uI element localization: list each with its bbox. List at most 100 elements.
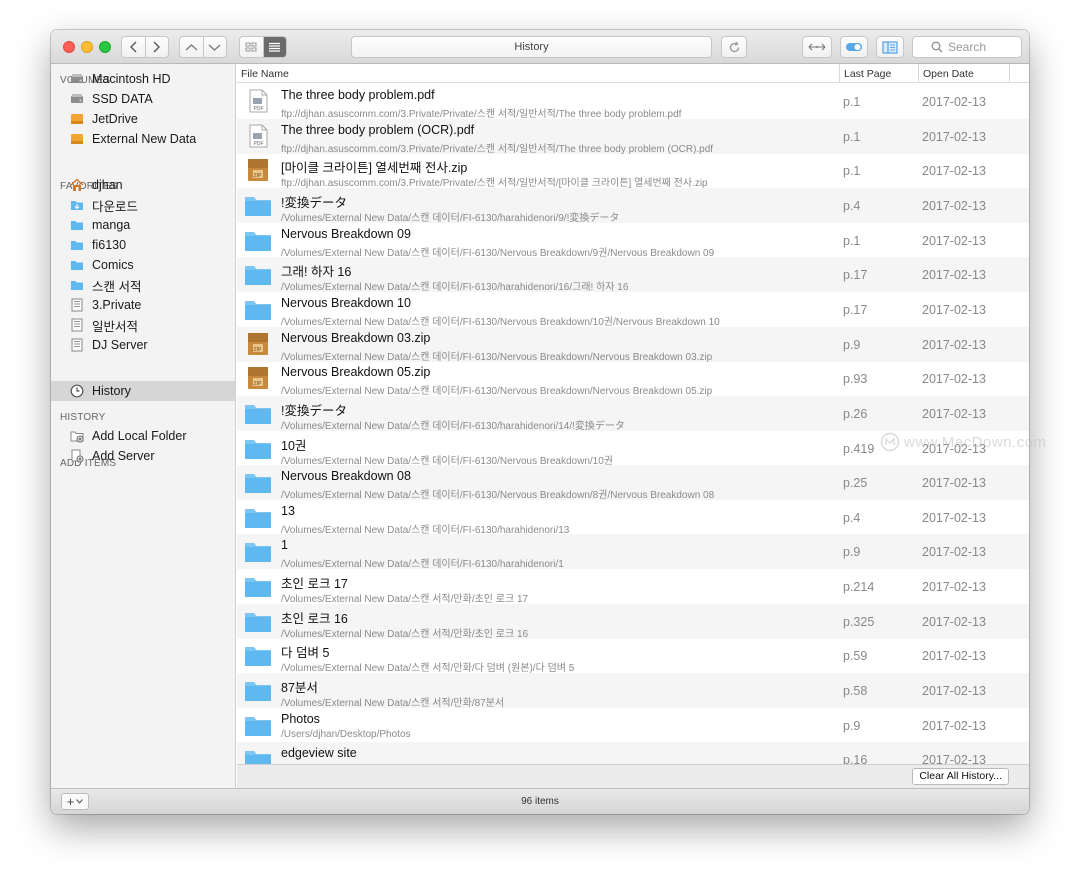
table-row[interactable]: PDF The three body problem (OCR).pdf ftp:/… — [237, 118, 1029, 155]
sidebar-toggle-button[interactable] — [876, 36, 904, 58]
table-row[interactable]: 1/Volumes/External New Data/스캔 데이터/FI-61… — [237, 534, 1029, 570]
column-header-open-date[interactable]: Open Date — [923, 68, 974, 80]
table-row[interactable]: !変換データ/Volumes/External New Data/스캔 데이터/… — [237, 395, 1029, 432]
open-date: 2017-02-13 — [922, 614, 986, 629]
list-icon — [269, 42, 281, 52]
sidebar-item-label: SSD DATA — [92, 92, 153, 106]
sidebar-item-dj-server[interactable]: DJ Server — [51, 335, 235, 355]
minimize-window-button[interactable] — [81, 41, 93, 53]
folder-icon — [244, 574, 272, 598]
folder-icon — [244, 643, 272, 667]
table-row[interactable]: !変換データ/Volumes/External New Data/스캔 데이터/… — [237, 187, 1029, 224]
column-header-file-name[interactable]: File Name — [241, 68, 289, 80]
table-row[interactable]: Nervous Breakdown 09/Volumes/External Ne… — [237, 223, 1029, 259]
zip-file-icon: ZIP — [244, 366, 272, 390]
back-button[interactable] — [122, 37, 145, 57]
sidebar-item-fi6130[interactable]: fi6130 — [51, 235, 235, 255]
table-row[interactable]: Photos/Users/djhan/Desktop/Photos p.9 2017… — [237, 708, 1029, 743]
table-row[interactable]: PDF The three body problem.pdf ftp://djhan… — [237, 84, 1029, 120]
table-row[interactable]: ZIP Nervous Breakdown 03.zip/Volumes/Exte… — [237, 326, 1029, 363]
watermark-logo-icon — [880, 432, 900, 452]
column-header-last-page[interactable]: Last Page — [844, 68, 891, 80]
table-row[interactable]: 그래! 하자 16/Volumes/External New Data/스캔 데… — [237, 257, 1029, 293]
column-divider[interactable] — [839, 64, 840, 83]
clear-all-history-button[interactable]: Clear All History... — [912, 768, 1009, 785]
downloads-folder-icon — [70, 198, 84, 212]
sidebar-item-add-server[interactable]: Add Server — [51, 446, 235, 466]
sidebar-item-일반서적[interactable]: 일반서적 — [51, 315, 235, 335]
file-name: Nervous Breakdown 03.zip — [281, 330, 431, 345]
add-folder-icon — [70, 429, 84, 443]
sidebar-icon — [882, 41, 898, 53]
table-row[interactable]: ZIP [마이클 크라이튼] 열세번째 전사.zip ftp://djhan.asu… — [237, 153, 1029, 189]
sidebar-item-ssd-data[interactable]: SSD DATA — [51, 89, 235, 109]
folder-icon — [70, 218, 84, 232]
last-page: p.1 — [843, 233, 861, 248]
sidebar-item-jetdrive[interactable]: JetDrive — [51, 109, 235, 129]
table-row[interactable]: Nervous Breakdown 08/Volumes/External Ne… — [237, 465, 1029, 501]
sidebar-item-manga[interactable]: manga — [51, 215, 235, 235]
reload-button[interactable] — [721, 36, 747, 58]
open-date: 2017-02-13 — [922, 268, 986, 283]
toolbar: History Search — [51, 30, 1029, 64]
sidebar-item-djhan[interactable]: djhan — [51, 175, 235, 195]
address-bar[interactable]: History — [351, 36, 712, 58]
file-name: The three body problem.pdf — [281, 88, 435, 102]
last-page: p.4 — [843, 198, 861, 213]
sidebar-item-스캔-서적[interactable]: 스캔 서적 — [51, 275, 235, 295]
sidebar-item-history[interactable]: History — [51, 381, 235, 401]
next-item-button[interactable] — [202, 37, 227, 57]
svg-text:ZIP: ZIP — [254, 381, 262, 387]
last-page: p.214 — [843, 580, 875, 595]
table-row[interactable]: edgeview site p.16 2017-02-13 — [237, 742, 1029, 764]
sidebar-item-label: 3.Private — [92, 298, 142, 312]
home-icon — [70, 178, 84, 192]
table-row[interactable]: 87분서/Volumes/External New Data/스캔 서적/만화/… — [237, 673, 1029, 709]
sidebar-item-comics[interactable]: Comics — [51, 255, 235, 275]
sidebar-item-3-private[interactable]: 3.Private — [51, 295, 235, 315]
last-page: p.9 — [843, 337, 861, 352]
history-footer: Clear All History... — [237, 764, 1029, 788]
zoom-window-button[interactable] — [99, 41, 111, 53]
search-icon — [931, 41, 943, 53]
column-divider[interactable] — [918, 64, 919, 83]
table-row[interactable]: ZIP Nervous Breakdown 05.zip/Volumes/Exte… — [237, 361, 1029, 397]
search-field[interactable]: Search — [912, 36, 1022, 58]
open-date: 2017-02-13 — [922, 129, 986, 144]
external-drive-icon — [70, 112, 84, 126]
table-row[interactable]: 13/Volumes/External New Data/스캔 데이터/FI-6… — [237, 500, 1029, 536]
list-view-button[interactable] — [262, 37, 286, 57]
open-date: 2017-02-13 — [922, 406, 986, 421]
sidebar-item-label: 스캔 서적 — [92, 279, 142, 294]
last-page: p.1 — [843, 129, 861, 144]
sidebar-item-macintosh-hd[interactable]: Macintosh HD — [51, 69, 235, 89]
forward-button[interactable] — [144, 37, 169, 57]
hard-drive-icon — [70, 92, 84, 106]
table-row[interactable]: 초인 로크 17/Volumes/External New Data/스캔 서적… — [237, 569, 1029, 605]
sidebar-item-add-local-folder[interactable]: Add Local Folder — [51, 426, 235, 446]
folder-icon — [244, 401, 272, 425]
app-window: History Search VOLUMES Macintosh HD SSD DA… — [51, 30, 1029, 814]
open-date: 2017-02-13 — [922, 233, 986, 248]
back-forward-control — [121, 36, 169, 58]
toggle-button[interactable] — [840, 36, 868, 58]
sidebar-item-label: Comics — [92, 258, 134, 272]
toggle-icon — [846, 43, 862, 51]
sidebar-item-label: Add Server — [92, 449, 155, 463]
table-row[interactable]: 다 덤벼 5/Volumes/External New Data/스캔 서적/만… — [237, 638, 1029, 674]
arrows-horizontal-icon — [808, 43, 826, 51]
open-date: 2017-02-13 — [922, 95, 986, 109]
last-page: p.17 — [843, 302, 868, 317]
close-window-button[interactable] — [63, 41, 75, 53]
folder-icon — [244, 678, 272, 702]
svg-text:PDF: PDF — [254, 106, 264, 112]
sidebar-item-다운로드[interactable]: 다운로드 — [51, 195, 235, 215]
table-row[interactable]: Nervous Breakdown 10/Volumes/External Ne… — [237, 292, 1029, 328]
sidebar-item-external-new-data[interactable]: External New Data — [51, 129, 235, 149]
folder-icon — [244, 609, 272, 633]
icon-view-button[interactable] — [240, 37, 263, 57]
previous-item-button[interactable] — [180, 37, 203, 57]
column-divider[interactable] — [1009, 64, 1010, 83]
fit-width-button[interactable] — [802, 36, 832, 58]
table-row[interactable]: 초인 로크 16/Volumes/External New Data/스캔 서적… — [237, 603, 1029, 640]
